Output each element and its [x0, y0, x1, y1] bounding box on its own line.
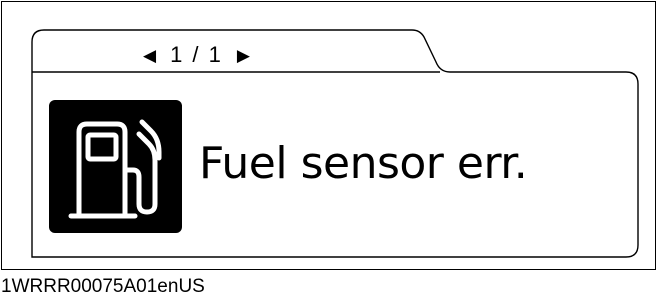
page-counter: 1 / 1	[170, 42, 223, 67]
warning-message: Fuel sensor err.	[199, 138, 528, 189]
right-triangle-icon[interactable]: ▶	[237, 47, 250, 64]
page-indicator: ◀ 1 / 1 ▶	[143, 40, 250, 70]
fuel-pump-icon	[49, 100, 182, 233]
left-triangle-icon[interactable]: ◀	[143, 47, 156, 64]
image-code: 1WRRR00075A01enUS	[1, 276, 205, 297]
